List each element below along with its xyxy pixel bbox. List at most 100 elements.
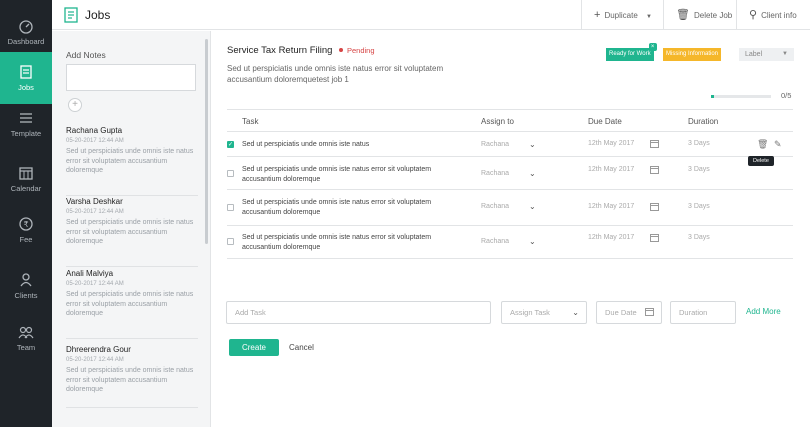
duration[interactable]: 3 Days (688, 203, 710, 210)
job-title: Service Tax Return Filing (227, 45, 333, 56)
calendar-icon[interactable] (650, 203, 659, 211)
th-task: Task (242, 117, 259, 126)
task-text: Sed ut perspiciatis unde omnis iste natu… (242, 141, 370, 148)
nav-clients[interactable]: Clients (0, 260, 52, 312)
due-date[interactable]: 12th May 2017 (588, 234, 634, 241)
create-button[interactable]: Create (229, 339, 279, 356)
fee-icon: ₹ (19, 217, 33, 231)
calendar-icon[interactable] (650, 234, 659, 242)
chevron-down-icon[interactable]: ⌄ (529, 202, 536, 211)
notes-scrollbar[interactable] (205, 39, 208, 244)
top-bar: Jobs + Duplicate ▼ 🗑 Delete Job ⚲ Client in… (52, 0, 810, 30)
calendar-icon (645, 308, 654, 316)
note-date: 05-20-2017 12:44 AM (66, 138, 124, 144)
due-date[interactable]: 12th May 2017 (588, 203, 634, 210)
delete-tooltip: Delete (748, 156, 774, 166)
job-description: Sed ut perspiciatis unde omnis iste natu… (227, 64, 444, 84)
nav-team[interactable]: Team (0, 312, 52, 364)
task-checkbox[interactable]: ✓ (227, 141, 234, 148)
assignee[interactable]: Rachana (481, 170, 509, 177)
close-icon[interactable]: × (648, 43, 657, 51)
calendar-icon[interactable] (650, 166, 659, 174)
status-badge: Pending (339, 46, 375, 55)
nav-fee[interactable]: ₹ Fee (0, 204, 52, 256)
progress-bar (711, 95, 771, 98)
note-author: Varsha Deshkar (66, 197, 123, 206)
trash-icon: 🗑 (676, 9, 690, 21)
label-select[interactable]: Label ▼ (739, 48, 794, 61)
nav-dashboard[interactable]: Dashboard (0, 6, 52, 58)
add-more-link[interactable]: Add More (746, 307, 781, 316)
client-info-button[interactable]: ⚲ Client info (736, 0, 810, 30)
nav-calendar-label: Calendar (10, 184, 42, 193)
job-detail: Service Tax Return Filing Pending Sed ut… (211, 31, 810, 427)
dashboard-icon (19, 20, 33, 34)
cancel-button[interactable]: Cancel (289, 343, 314, 352)
nav-calendar[interactable]: Calendar (0, 153, 52, 205)
duration[interactable]: 3 Days (688, 166, 710, 173)
due-date[interactable]: 12th May 2017 (588, 140, 634, 147)
client-info-label: Client info (761, 11, 797, 20)
note-author: Anali Malviya (66, 269, 114, 278)
duplicate-button[interactable]: + Duplicate ▼ (581, 0, 663, 30)
calendar-icon[interactable] (650, 140, 659, 148)
th-due: Due Date (588, 117, 622, 126)
main-nav: Dashboard Jobs Template Calendar ₹ Fee C… (0, 0, 52, 427)
table-header: Task Assign to Due Date Duration (227, 109, 793, 132)
nav-jobs[interactable]: Jobs (0, 52, 52, 104)
assignee[interactable]: Rachana (481, 203, 509, 210)
task-checkbox[interactable] (227, 204, 234, 211)
progress-fill (711, 95, 714, 98)
jobs-icon (20, 65, 32, 79)
tag-ready-for-work[interactable]: Ready for Work × (606, 43, 657, 61)
note-item[interactable]: Dhreerendra Gour 05-20-2017 12:44 AM Sed… (66, 345, 198, 408)
due-date-input[interactable]: Due Date (596, 301, 662, 324)
status-label: Pending (347, 46, 375, 55)
note-item[interactable]: Anali Malviya 05-20-2017 12:44 AM Sed ut… (66, 269, 198, 339)
calendar-icon (19, 167, 33, 180)
table-row[interactable]: ✓ Sed ut perspiciatis unde omnis iste na… (227, 132, 793, 157)
duration[interactable]: 3 Days (688, 140, 710, 147)
nav-dashboard-label: Dashboard (7, 37, 45, 46)
add-note-button[interactable]: + (68, 98, 82, 112)
table-row[interactable]: Sed ut perspiciatis unde omnis iste natu… (227, 191, 793, 226)
assignee[interactable]: Rachana (481, 141, 509, 148)
task-text: Sed ut perspiciatis unde omnis iste natu… (242, 234, 432, 251)
tag-missing-information[interactable]: Missing Information (663, 48, 722, 61)
task-checkbox[interactable] (227, 238, 234, 245)
tag-missing-label: Missing Information (666, 51, 719, 57)
assignee[interactable]: Rachana (481, 238, 509, 245)
clients-icon (20, 273, 32, 287)
note-date: 05-20-2017 12:44 AM (66, 209, 124, 215)
chevron-down-icon[interactable]: ⌄ (529, 169, 536, 178)
delete-job-button[interactable]: 🗑 Delete Job (663, 0, 736, 30)
duration[interactable]: 3 Days (688, 234, 710, 241)
add-task-input[interactable]: Add Task (226, 301, 491, 324)
trash-icon[interactable]: 🗑 (757, 139, 768, 150)
edit-icon[interactable]: ✎ (774, 139, 782, 150)
due-date[interactable]: 12th May 2017 (588, 166, 634, 173)
nav-template-label: Template (10, 129, 42, 138)
chevron-down-icon[interactable]: ⌄ (529, 237, 536, 246)
note-text: Sed ut perspiciatis unde omnis iste natu… (66, 367, 194, 393)
svg-text:₹: ₹ (23, 220, 28, 229)
task-checkbox[interactable] (227, 170, 234, 177)
duration-input[interactable]: Duration (670, 301, 736, 324)
note-text: Sed ut perspiciatis unde omnis iste natu… (66, 219, 194, 245)
assign-task-placeholder: Assign Task (510, 308, 550, 317)
table-row[interactable]: Sed ut perspiciatis unde omnis iste natu… (227, 227, 793, 259)
nav-template[interactable]: Template (0, 98, 52, 150)
chevron-down-icon[interactable]: ⌄ (529, 140, 536, 149)
add-task-placeholder: Add Task (235, 308, 266, 317)
assign-task-select[interactable]: Assign Task ⌄ (501, 301, 587, 324)
note-date: 05-20-2017 12:44 AM (66, 281, 124, 287)
nav-fee-label: Fee (19, 235, 33, 244)
note-input[interactable] (66, 64, 196, 91)
page-title: Jobs (85, 8, 111, 22)
note-item[interactable]: Varsha Deshkar 05-20-2017 12:44 AM Sed u… (66, 197, 198, 267)
note-item[interactable]: Rachana Gupta 05-20-2017 12:44 AM Sed ut… (66, 126, 198, 196)
due-date-placeholder: Due Date (605, 308, 637, 317)
client-icon: ⚲ (749, 9, 758, 21)
table-row[interactable]: Sed ut perspiciatis unde omnis iste natu… (227, 158, 793, 190)
note-date: 05-20-2017 12:44 AM (66, 357, 124, 363)
